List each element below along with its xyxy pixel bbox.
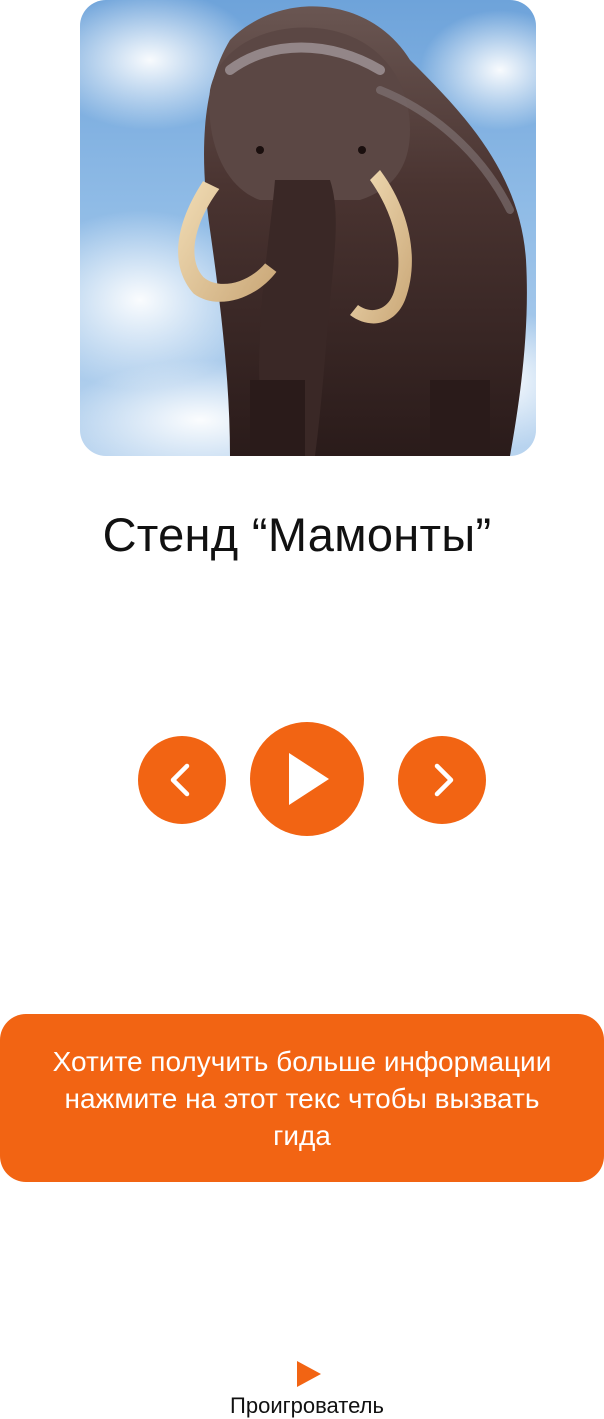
play-icon: [289, 753, 329, 805]
call-guide-banner[interactable]: Хотите получить больше информации нажмит…: [0, 1014, 604, 1182]
exhibit-image: [80, 0, 536, 456]
play-icon: [297, 1361, 321, 1387]
chevron-left-icon: [170, 763, 190, 797]
call-guide-text[interactable]: Хотите получить больше информации нажмит…: [52, 1043, 552, 1154]
previous-button[interactable]: [138, 736, 226, 824]
mammoth-illustration: [80, 0, 536, 456]
next-button[interactable]: [398, 736, 486, 824]
exhibit-screen: Стенд “Мамонты” Хотите получить больше и…: [0, 0, 604, 1419]
nav-item-player[interactable]: Проигрователь: [202, 1360, 412, 1419]
play-button[interactable]: [250, 722, 364, 836]
bottom-nav: Проигрователь: [0, 1360, 604, 1419]
nav-item-player-label: Проигрователь: [230, 1393, 384, 1418]
chevron-right-icon: [434, 763, 454, 797]
exhibit-title: Стенд “Мамонты”: [102, 508, 492, 561]
player-controls: [0, 722, 604, 836]
